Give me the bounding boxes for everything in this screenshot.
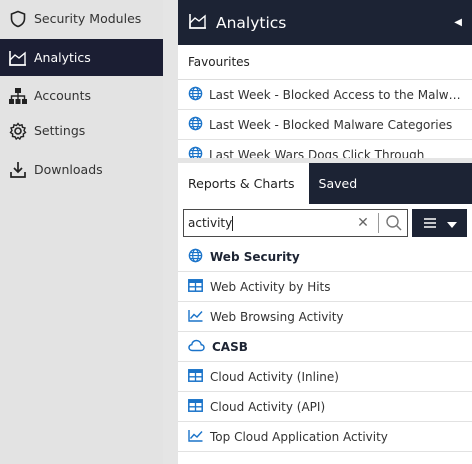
sidebar-item-settings[interactable]: Settings — [0, 112, 163, 149]
line-chart-icon — [188, 309, 203, 325]
shield-icon — [8, 9, 28, 29]
globe-icon — [188, 116, 203, 134]
list-menu-button[interactable] — [412, 209, 467, 237]
caret-down-icon — [446, 214, 457, 233]
group-label: CASB — [212, 339, 248, 354]
sidebar-item-security-modules[interactable]: Security Modules — [0, 0, 163, 37]
cloud-icon — [188, 339, 205, 355]
search-row: activity ✕ — [178, 204, 472, 242]
table-icon — [188, 398, 203, 415]
report-label: Web Activity by Hits — [210, 279, 331, 294]
search-input[interactable]: activity ✕ — [183, 209, 408, 237]
report-row[interactable]: Web Browsing Activity — [178, 302, 472, 332]
search-icon[interactable] — [385, 214, 403, 232]
table-icon — [188, 368, 203, 385]
globe-icon — [188, 248, 203, 266]
sidebar-item-label: Security Modules — [34, 11, 142, 26]
menu-icon — [423, 214, 437, 233]
report-row[interactable]: Cloud Activity (Inline) — [178, 362, 472, 392]
panel-title: Analytics — [216, 13, 287, 32]
search-divider — [378, 213, 379, 233]
favourites-label: Favourites — [178, 45, 472, 80]
globe-icon — [188, 86, 203, 104]
analytics-panel-header: Analytics ◀ — [178, 0, 472, 45]
reports-panel: Reports & Charts Saved activity ✕ Web Se… — [178, 163, 472, 464]
sidebar-item-analytics[interactable]: Analytics — [0, 39, 163, 76]
analytics-icon — [8, 48, 28, 68]
sidebar-item-accounts[interactable]: Accounts — [0, 77, 163, 114]
sidebar: Security Modules Analytics Accounts Sett… — [0, 0, 163, 464]
report-row[interactable]: Top Cloud Application Activity — [178, 422, 472, 452]
collapse-panel-icon[interactable]: ◀ — [454, 17, 462, 28]
search-value: activity — [188, 215, 233, 230]
report-label: Top Cloud Application Activity — [210, 429, 388, 444]
download-icon — [8, 160, 28, 180]
group-web-security[interactable]: Web Security — [178, 242, 472, 272]
report-label: Web Browsing Activity — [210, 309, 344, 324]
favourite-label: Last Week - Blocked Malware Categories — [209, 117, 453, 132]
favourite-item[interactable]: Last Week - Blocked Access to the Malwar… — [178, 80, 472, 110]
table-icon — [188, 278, 203, 295]
gear-icon — [8, 121, 28, 141]
sidebar-item-label: Accounts — [34, 88, 91, 103]
globe-icon — [188, 146, 203, 158]
favourite-label: Last Week - Blocked Access to the Malwar… — [209, 87, 464, 102]
group-casb[interactable]: CASB — [178, 332, 472, 362]
favourite-label: Last Week Wars Dogs Click Through — [209, 147, 425, 159]
reports-tabs: Reports & Charts Saved — [178, 163, 472, 204]
report-label: Cloud Activity (API) — [210, 399, 326, 414]
accounts-icon — [8, 86, 28, 106]
report-row[interactable]: Cloud Activity (API) — [178, 392, 472, 422]
report-label: Cloud Activity (Inline) — [210, 369, 339, 384]
sidebar-item-label: Analytics — [34, 50, 91, 65]
sidebar-item-label: Settings — [34, 123, 86, 138]
line-chart-icon — [188, 429, 203, 445]
report-row[interactable]: Web Activity by Hits — [178, 272, 472, 302]
favourite-item[interactable]: Last Week - Blocked Malware Categories — [178, 110, 472, 140]
text-cursor — [232, 215, 234, 231]
sidebar-item-downloads[interactable]: Downloads — [0, 151, 163, 188]
analytics-icon — [188, 12, 208, 34]
sidebar-item-label: Downloads — [34, 162, 103, 177]
group-label: Web Security — [210, 249, 300, 264]
clear-icon[interactable]: ✕ — [354, 215, 372, 231]
tab-reports-charts[interactable]: Reports & Charts — [178, 163, 309, 204]
analytics-panel: Analytics ◀ Favourites Last Week - Block… — [178, 0, 472, 158]
favourite-item[interactable]: Last Week Wars Dogs Click Through — [178, 140, 472, 158]
tab-saved[interactable]: Saved — [309, 163, 372, 204]
